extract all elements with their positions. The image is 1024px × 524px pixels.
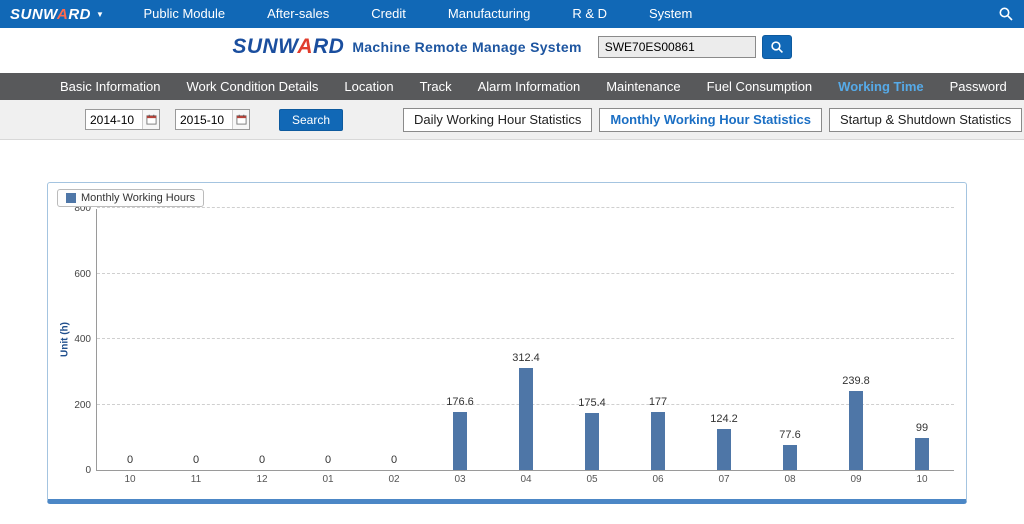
x-axis-label: 09: [836, 474, 876, 485]
x-axis-label: 01: [308, 474, 348, 485]
calendar-icon[interactable]: [232, 110, 249, 129]
nav-search-icon[interactable]: [998, 6, 1014, 27]
x-axis-label: 10: [110, 474, 150, 485]
date-from-box: [85, 109, 160, 130]
bar-value-label: 0: [301, 454, 355, 466]
chart-plot: 0200400600800010011012001002176.603312.4…: [96, 209, 954, 471]
x-axis-label: 08: [770, 474, 810, 485]
x-axis-label: 10: [902, 474, 942, 485]
legend-swatch: [66, 193, 76, 203]
top-nav: SUNWARD ▼ Public ModuleAfter-salesCredit…: [0, 0, 1024, 28]
bar-value-label: 0: [367, 454, 421, 466]
chart-bar: [849, 391, 863, 470]
chart-bar: [915, 438, 929, 470]
x-axis-label: 05: [572, 474, 612, 485]
chart-bar: [519, 368, 533, 470]
tab-password[interactable]: Password: [937, 73, 1020, 100]
chart-bar: [651, 412, 665, 470]
x-axis-label: 03: [440, 474, 480, 485]
tab-bar: Basic InformationWork Condition DetailsL…: [0, 73, 1024, 100]
bar-value-label: 77.6: [763, 429, 817, 441]
legend-label: Monthly Working Hours: [81, 192, 195, 204]
gridline: [97, 207, 954, 208]
x-axis-label: 04: [506, 474, 546, 485]
tab-alarm-information[interactable]: Alarm Information: [465, 73, 594, 100]
y-axis-tick-label: 400: [53, 334, 91, 345]
tab-basic-information[interactable]: Basic Information: [47, 73, 173, 100]
search-icon: [770, 40, 784, 54]
tab-location[interactable]: Location: [331, 73, 406, 100]
stat-button-monthly-working-hour-statistics[interactable]: Monthly Working Hour Statistics: [599, 108, 822, 132]
nav-item-after-sales[interactable]: After-sales: [246, 0, 350, 28]
nav-item-system[interactable]: System: [628, 0, 713, 28]
chart-panel: Monthly Working Hours Unit (h) 020040060…: [47, 182, 967, 504]
x-axis-label: 06: [638, 474, 678, 485]
gridline: [97, 338, 954, 339]
bar-value-label: 312.4: [499, 352, 553, 364]
chart-bar: [783, 445, 797, 470]
machine-search-input[interactable]: [598, 36, 756, 58]
bar-value-label: 0: [103, 454, 157, 466]
x-axis-label: 07: [704, 474, 744, 485]
bar-value-label: 124.2: [697, 413, 751, 425]
top-nav-menu: Public ModuleAfter-salesCreditManufactur…: [122, 0, 713, 28]
nav-item-manufacturing[interactable]: Manufacturing: [427, 0, 551, 28]
tab-working-time[interactable]: Working Time: [825, 73, 936, 100]
filter-bar: Search Daily Working Hour Statistics Mont…: [0, 100, 1024, 140]
y-axis-tick-label: 600: [53, 269, 91, 280]
tab-fuel-consumption[interactable]: Fuel Consumption: [694, 73, 826, 100]
y-axis-tick-label: 0: [53, 465, 91, 476]
stat-button-startup-shutdown-statistics[interactable]: Startup & Shutdown Statistics: [829, 108, 1022, 132]
date-to-input[interactable]: [176, 113, 232, 127]
bar-value-label: 0: [169, 454, 223, 466]
bar-value-label: 239.8: [829, 375, 883, 387]
sunward-logo: SUNWARD: [232, 35, 344, 59]
nav-item-r-d[interactable]: R & D: [551, 0, 628, 28]
date-to-box: [175, 109, 250, 130]
chart-legend: Monthly Working Hours: [57, 189, 204, 207]
nav-item-public-module[interactable]: Public Module: [122, 0, 246, 28]
bar-value-label: 177: [631, 396, 685, 408]
chart-bar: [585, 413, 599, 470]
tab-maintenance[interactable]: Maintenance: [593, 73, 693, 100]
machine-search-button[interactable]: [762, 35, 792, 59]
stat-button-daily-working-hour-statistics[interactable]: Daily Working Hour Statistics: [403, 108, 592, 132]
stat-button-group: Daily Working Hour Statistics Monthly Wor…: [403, 108, 1022, 132]
brand-logo[interactable]: SUNWARD ▼: [10, 6, 104, 23]
calendar-icon[interactable]: [142, 110, 159, 129]
bar-value-label: 176.6: [433, 396, 487, 408]
x-axis-label: 02: [374, 474, 414, 485]
date-from-input[interactable]: [86, 113, 142, 127]
bar-value-label: 99: [895, 422, 949, 434]
chevron-down-icon: ▼: [96, 10, 104, 19]
header: SUNWARD Machine Remote Manage System: [0, 28, 1024, 66]
chart-bar: [717, 429, 731, 470]
x-axis-label: 12: [242, 474, 282, 485]
nav-item-credit[interactable]: Credit: [350, 0, 427, 28]
chart-bar: [453, 412, 467, 470]
gridline: [97, 273, 954, 274]
tab-work-condition-details[interactable]: Work Condition Details: [173, 73, 331, 100]
y-axis-tick-label: 200: [53, 400, 91, 411]
bar-value-label: 0: [235, 454, 289, 466]
brand-logo-text: SUNWARD: [10, 6, 91, 23]
bar-value-label: 175.4: [565, 397, 619, 409]
system-title: Machine Remote Manage System: [352, 39, 581, 55]
tab-track[interactable]: Track: [407, 73, 465, 100]
search-button[interactable]: Search: [279, 109, 343, 131]
x-axis-label: 11: [176, 474, 216, 485]
